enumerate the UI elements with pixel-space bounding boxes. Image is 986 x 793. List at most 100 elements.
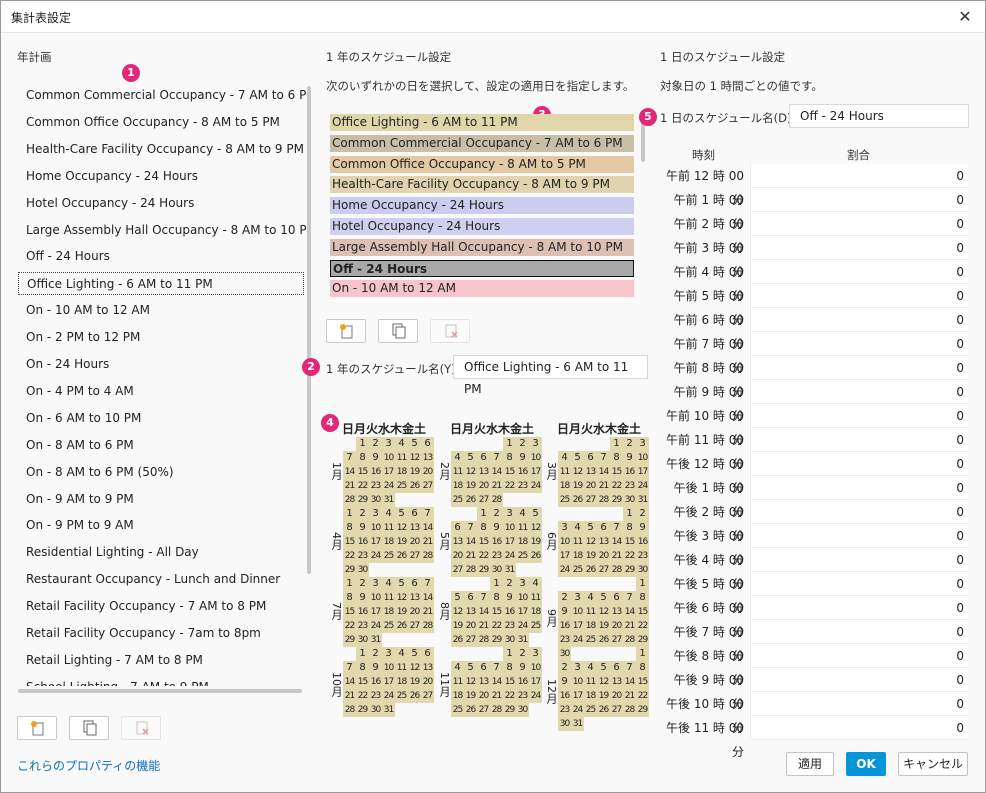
calendar-day[interactable]: 6 <box>597 521 610 535</box>
calendar-day[interactable]: 6 <box>408 507 421 521</box>
yearly-list-item[interactable]: School Lighting - 7 AM to 9 PM <box>18 676 304 686</box>
calendar-day[interactable]: 21 <box>623 619 636 633</box>
calendar-day[interactable]: 24 <box>369 549 382 563</box>
hour-value-cell[interactable]: 0 <box>750 260 968 284</box>
calendar-day[interactable]: 14 <box>490 465 503 479</box>
calendar-day[interactable]: 14 <box>464 535 477 549</box>
calendar-day[interactable]: 10 <box>369 591 382 605</box>
calendar-day[interactable]: 9 <box>516 451 529 465</box>
calendar-day[interactable]: 4 <box>584 591 597 605</box>
yearly-list-item[interactable]: Office Lighting - 6 AM to 11 PM <box>18 272 304 296</box>
day-schedule-item[interactable]: Large Assembly Hall Occupancy - 8 AM to … <box>330 238 634 256</box>
calendar-day[interactable]: 22 <box>503 479 516 493</box>
calendar-day[interactable]: 20 <box>597 549 610 563</box>
duplicate-day-schedule-button[interactable] <box>378 319 418 343</box>
calendar-day[interactable]: 7 <box>490 661 503 675</box>
calendar-day[interactable]: 29 <box>623 563 636 577</box>
calendar-day[interactable]: 21 <box>477 619 490 633</box>
calendar-day[interactable]: 10 <box>636 451 649 465</box>
calendar-day[interactable]: 2 <box>636 507 649 521</box>
hour-value-cell[interactable]: 0 <box>750 716 968 740</box>
calendar-day[interactable]: 7 <box>623 661 636 675</box>
calendar-day[interactable]: 8 <box>623 521 636 535</box>
calendar-day[interactable]: 15 <box>610 465 623 479</box>
calendar-day[interactable]: 26 <box>464 703 477 717</box>
calendar-day[interactable]: 14 <box>623 605 636 619</box>
calendar-day[interactable]: 24 <box>529 479 542 493</box>
calendar-day[interactable]: 21 <box>421 605 434 619</box>
hour-value-cell[interactable]: 0 <box>750 500 968 524</box>
calendar-day[interactable]: 8 <box>490 591 503 605</box>
yearly-list-item[interactable]: On - 9 AM to 9 PM <box>18 488 304 511</box>
calendar-day[interactable]: 20 <box>408 535 421 549</box>
calendar-day[interactable]: 14 <box>421 521 434 535</box>
yearly-list-item[interactable]: Common Commercial Occupancy - 7 AM to 6 … <box>18 84 306 107</box>
calendar-day[interactable]: 4 <box>516 507 529 521</box>
yearly-list-item[interactable]: On - 24 Hours <box>18 353 304 376</box>
calendar-day[interactable]: 10 <box>382 661 395 675</box>
calendar-day[interactable]: 6 <box>610 661 623 675</box>
calendar-day[interactable]: 17 <box>636 465 649 479</box>
calendar-day[interactable]: 7 <box>597 451 610 465</box>
yearly-list-item[interactable]: On - 4 PM to 4 AM <box>18 380 304 403</box>
calendar-day[interactable]: 2 <box>516 647 529 661</box>
cancel-button[interactable]: キャンセル <box>898 752 968 776</box>
calendar-day[interactable]: 14 <box>597 465 610 479</box>
calendar-day[interactable]: 21 <box>597 479 610 493</box>
calendar-day[interactable]: 27 <box>477 493 490 507</box>
calendar-day[interactable]: 2 <box>558 661 571 675</box>
calendar-day[interactable]: 5 <box>529 507 542 521</box>
calendar-day[interactable]: 17 <box>503 535 516 549</box>
calendar-day[interactable]: 29 <box>610 493 623 507</box>
calendar-day[interactable]: 27 <box>584 493 597 507</box>
calendar-day[interactable]: 25 <box>395 479 408 493</box>
calendar-day[interactable]: 16 <box>356 605 369 619</box>
calendar-day[interactable]: 27 <box>610 703 623 717</box>
calendar-day[interactable]: 6 <box>464 591 477 605</box>
calendar-day[interactable]: 10 <box>369 521 382 535</box>
yearly-list-item[interactable]: Large Assembly Hall Occupancy - 8 AM to … <box>18 219 306 242</box>
calendar-day[interactable]: 7 <box>477 591 490 605</box>
calendar-day[interactable]: 10 <box>571 675 584 689</box>
calendar-day[interactable]: 5 <box>464 451 477 465</box>
calendar-day[interactable]: 9 <box>356 591 369 605</box>
yearly-schedule-list[interactable]: Common Commercial Occupancy - 7 AM to 6 … <box>16 82 306 686</box>
hour-value-cell[interactable]: 0 <box>750 668 968 692</box>
yearly-list-item[interactable]: On - 8 AM to 6 PM (50%) <box>18 461 304 484</box>
calendar-day[interactable]: 4 <box>584 661 597 675</box>
calendar-day[interactable]: 5 <box>464 661 477 675</box>
calendar-day[interactable]: 28 <box>421 549 434 563</box>
hour-value-cell[interactable]: 0 <box>750 620 968 644</box>
yearly-list-item[interactable]: On - 6 AM to 10 PM <box>18 407 304 430</box>
calendar-day[interactable]: 1 <box>610 437 623 451</box>
calendar-day[interactable]: 15 <box>356 465 369 479</box>
calendar-day[interactable]: 27 <box>408 549 421 563</box>
calendar-day[interactable]: 1 <box>343 507 356 521</box>
calendar-day[interactable]: 28 <box>623 633 636 647</box>
apply-button[interactable]: 適用 <box>786 752 834 776</box>
calendar-day[interactable]: 17 <box>529 675 542 689</box>
calendar-day[interactable]: 4 <box>571 521 584 535</box>
calendar-day[interactable]: 28 <box>343 703 356 717</box>
calendar-day[interactable]: 21 <box>490 479 503 493</box>
day-schedule-item[interactable]: Common Office Occupancy - 8 AM to 5 PM <box>330 155 634 173</box>
yearly-list-hscroll[interactable] <box>18 689 302 693</box>
yearly-list-item[interactable]: Retail Lighting - 7 AM to 8 PM <box>18 649 304 672</box>
calendar-day[interactable]: 6 <box>477 661 490 675</box>
calendar-day[interactable]: 2 <box>516 437 529 451</box>
calendar-day[interactable]: 8 <box>636 661 649 675</box>
calendar-day[interactable]: 8 <box>356 661 369 675</box>
yearly-list-item[interactable]: Hotel Occupancy - 24 Hours <box>18 192 304 215</box>
calendar-day[interactable]: 29 <box>356 703 369 717</box>
calendar-day[interactable]: 23 <box>369 689 382 703</box>
calendar-day[interactable]: 22 <box>356 479 369 493</box>
calendar-day[interactable]: 29 <box>343 563 356 577</box>
calendar-day[interactable]: 16 <box>516 675 529 689</box>
calendar-day[interactable]: 16 <box>516 465 529 479</box>
calendar-day[interactable]: 15 <box>623 535 636 549</box>
calendar-day[interactable]: 10 <box>571 605 584 619</box>
yearly-list-item[interactable]: Retail Facility Occupancy - 7am to 8pm <box>18 622 304 645</box>
day-schedule-item[interactable]: Home Occupancy - 24 Hours <box>330 197 634 215</box>
calendar-day[interactable]: 30 <box>516 703 529 717</box>
calendar-day[interactable]: 30 <box>636 563 649 577</box>
